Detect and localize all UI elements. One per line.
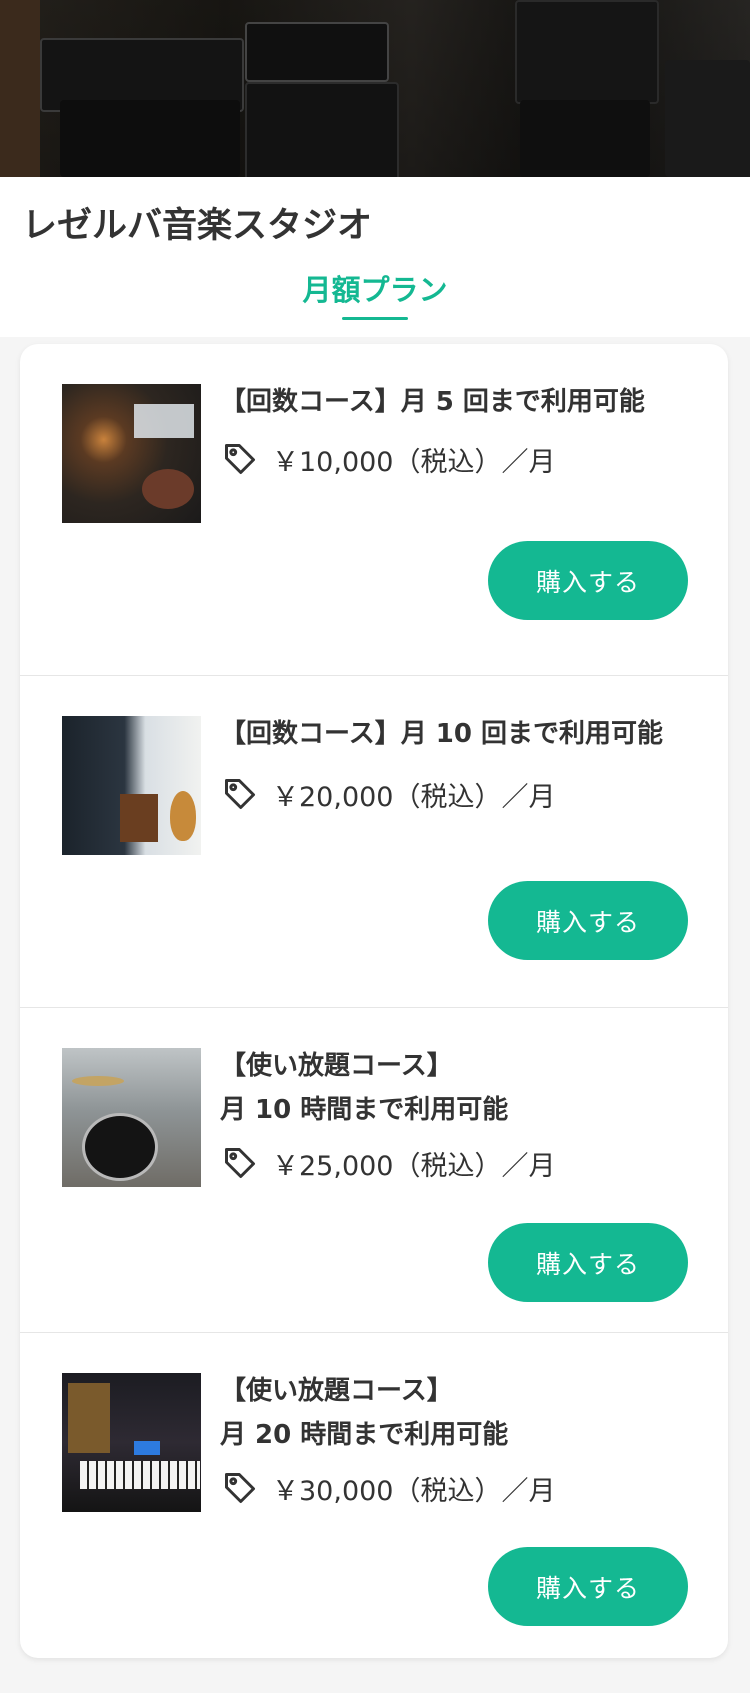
- plan-title: 【回数コース】月 10 回まで利用可能: [220, 719, 663, 749]
- tag-icon: [225, 444, 255, 474]
- buy-button[interactable]: 購入する: [488, 1547, 688, 1626]
- price-row: ￥20,000（税込）／月: [222, 774, 555, 814]
- tag-icon: [225, 1148, 255, 1178]
- plan-item: 【回数コース】月 5 回まで利用可能 ￥10,000（税込）／月 購入する: [20, 344, 728, 675]
- plan-title: 【使い放題コース】 月 10 時間まで利用可能: [220, 1051, 509, 1125]
- buy-button[interactable]: 購入する: [488, 881, 688, 960]
- price-row: ￥10,000（税込）／月: [222, 439, 555, 479]
- plan-price: ￥30,000（税込）／月: [272, 1475, 556, 1507]
- hero-speaker-cabinet: [665, 60, 750, 177]
- buy-button[interactable]: 購入する: [488, 541, 688, 620]
- hero-wall-panel: [0, 0, 40, 177]
- hero-speaker-cabinet: [520, 100, 650, 177]
- hero-image: [0, 0, 750, 177]
- plan-thumbnail: [62, 384, 201, 523]
- hero-amp-head: [245, 22, 389, 82]
- hero-speaker-cabinet: [60, 100, 240, 177]
- plan-price: ￥25,000（税込）／月: [272, 1150, 556, 1182]
- plan-title: 【回数コース】月 5 回まで利用可能: [220, 387, 645, 417]
- studio-title: レゼルバ音楽スタジオ: [22, 206, 373, 246]
- hero-speaker-cabinet: [515, 0, 659, 104]
- plan-thumbnail: [62, 716, 201, 855]
- price-row: ￥30,000（税込）／月: [222, 1468, 555, 1508]
- page-header: レゼルバ音楽スタジオ 月額プラン: [0, 177, 750, 337]
- active-tab-indicator: [342, 317, 408, 320]
- tag-icon: [225, 1473, 255, 1503]
- hero-speaker-cabinet: [245, 82, 399, 177]
- plan-price: ￥10,000（税込）／月: [272, 446, 556, 478]
- buy-button[interactable]: 購入する: [488, 1223, 688, 1302]
- tab-monthly-plan[interactable]: 月額プラン: [0, 267, 750, 309]
- tag-icon: [225, 779, 255, 809]
- plan-list: 【回数コース】月 5 回まで利用可能 ￥10,000（税込）／月 購入する 【回…: [20, 344, 728, 1658]
- plan-item: 【使い放題コース】 月 10 時間まで利用可能 ￥25,000（税込）／月 購入…: [20, 1007, 728, 1333]
- plan-price: ￥20,000（税込）／月: [272, 781, 556, 813]
- plan-title: 【使い放題コース】 月 20 時間まで利用可能: [220, 1376, 509, 1450]
- plan-thumbnail: [62, 1048, 201, 1187]
- price-row: ￥25,000（税込）／月: [222, 1143, 555, 1183]
- plan-thumbnail: [62, 1373, 201, 1512]
- plan-item: 【使い放題コース】 月 20 時間まで利用可能 ￥30,000（税込）／月 購入…: [20, 1332, 728, 1658]
- plan-item: 【回数コース】月 10 回まで利用可能 ￥20,000（税込）／月 購入する: [20, 675, 728, 1008]
